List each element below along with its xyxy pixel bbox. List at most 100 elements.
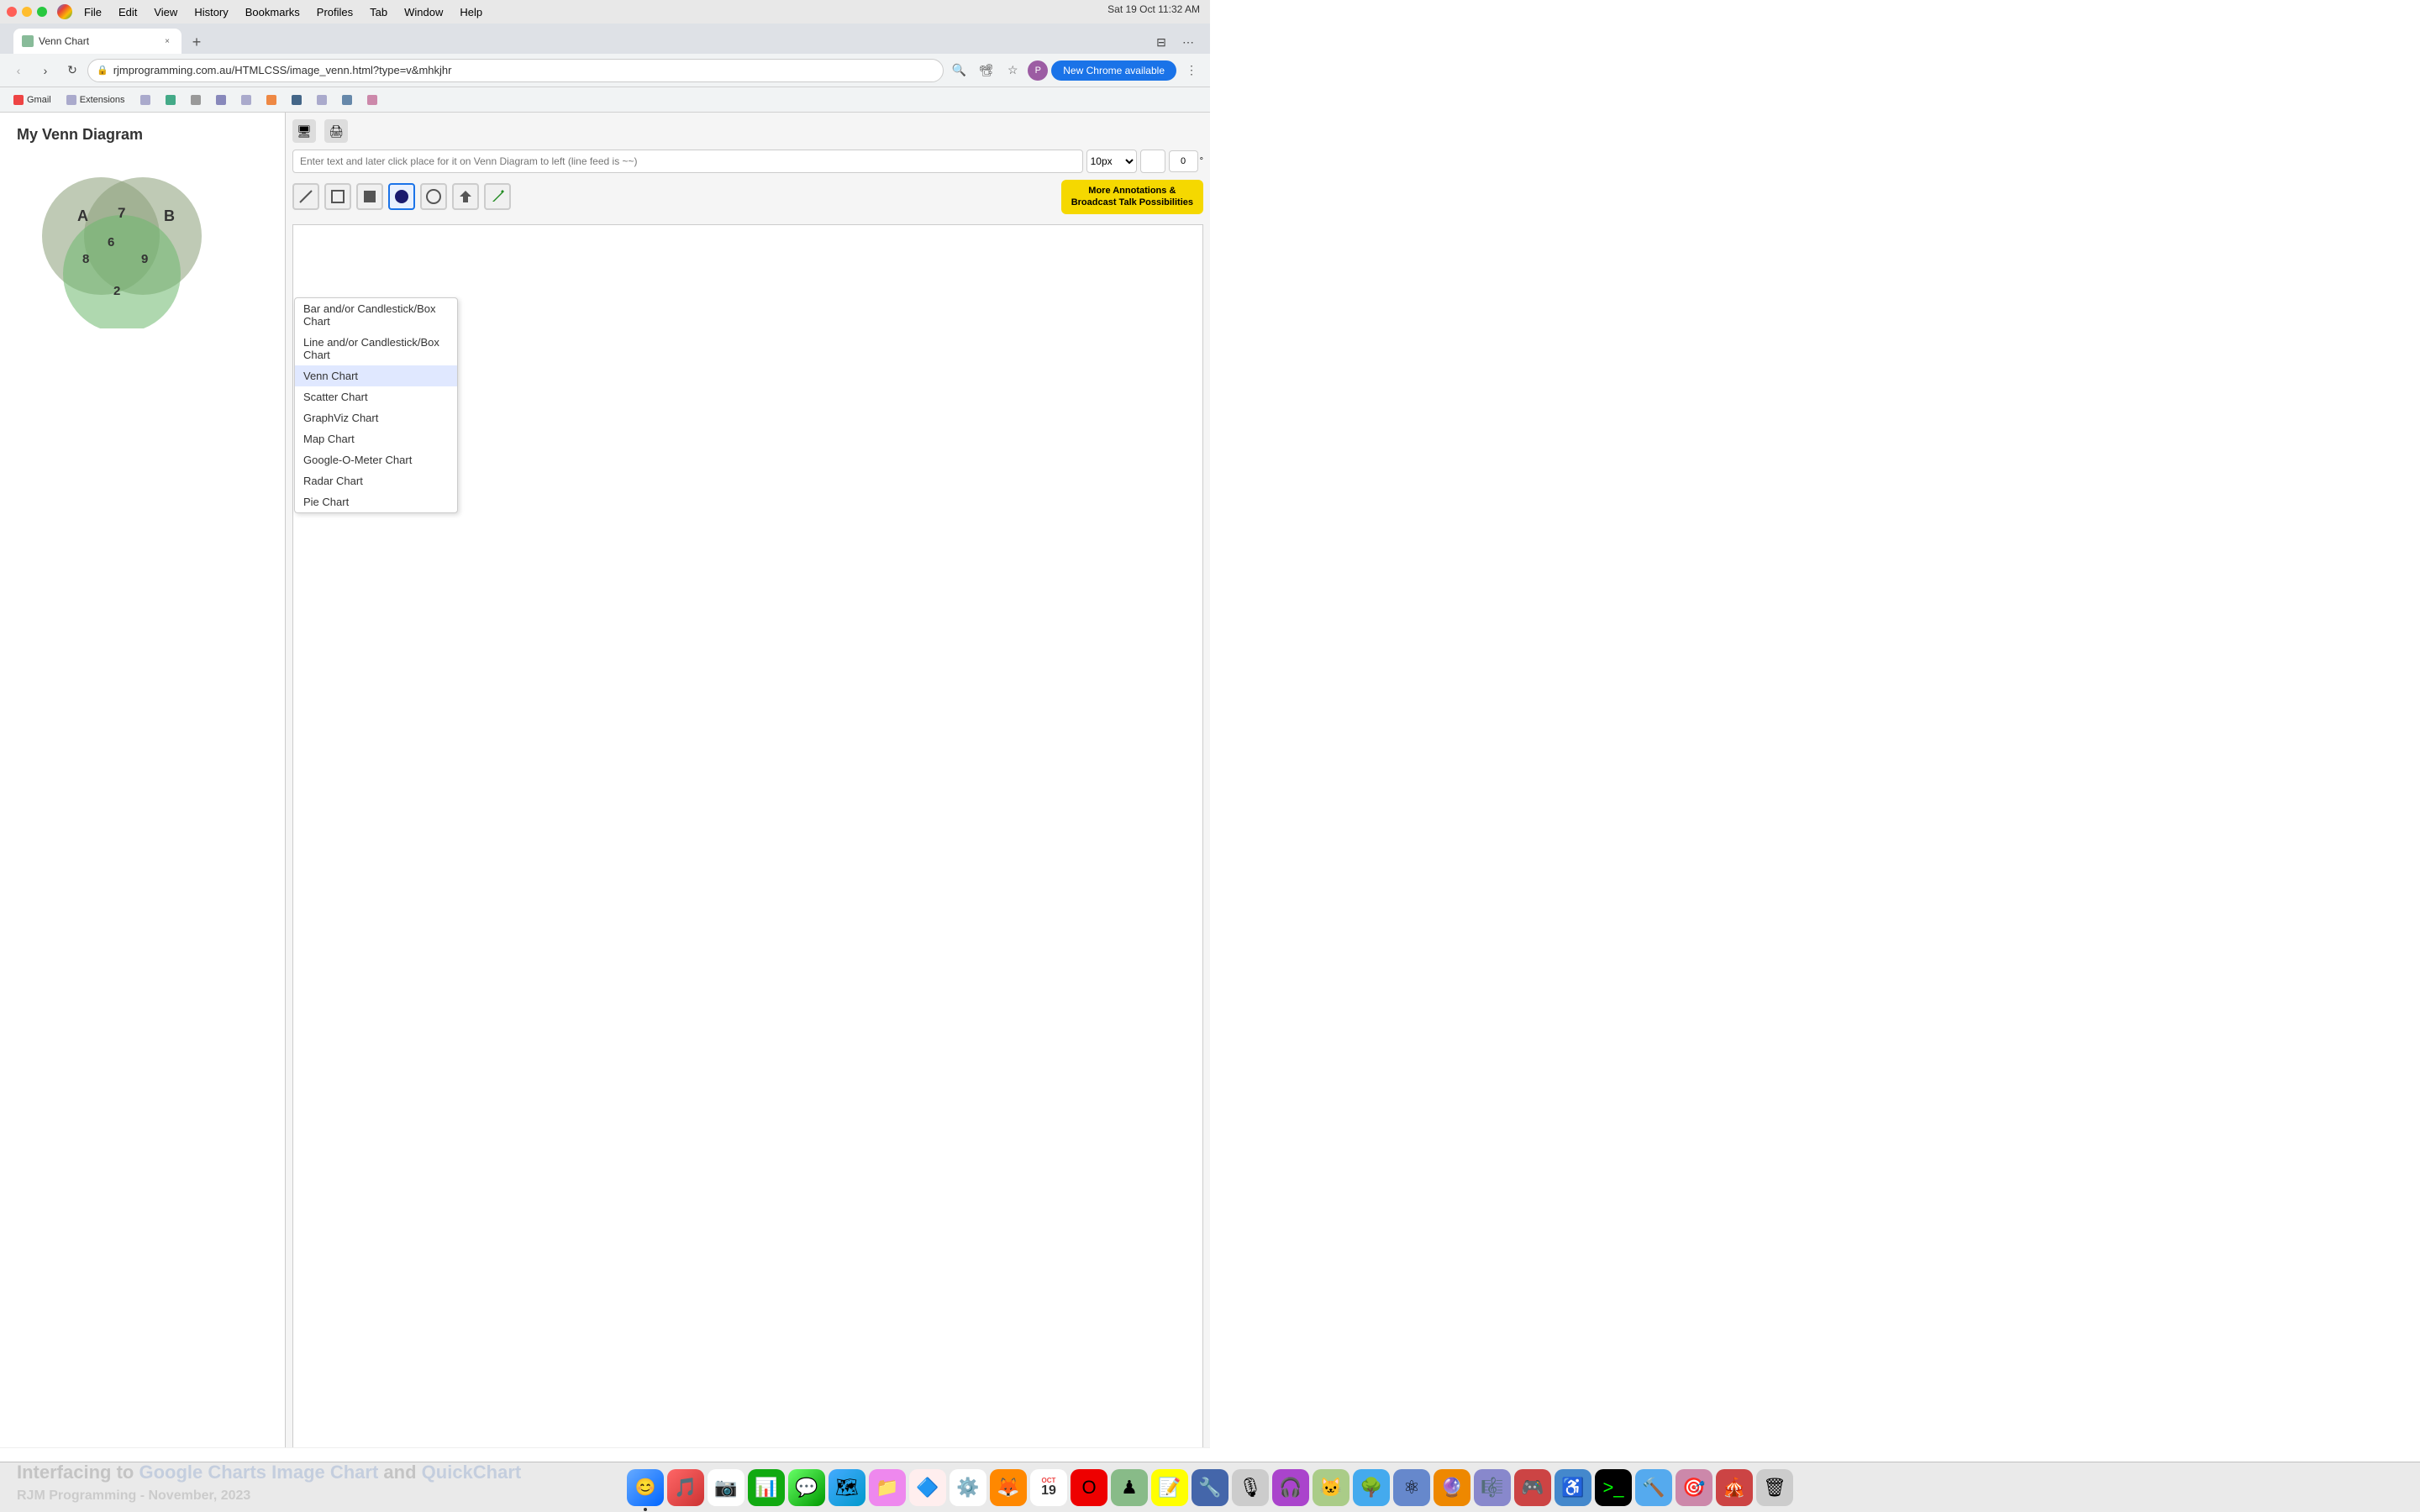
bookmark-6[interactable] bbox=[335, 91, 359, 109]
menu-history[interactable]: History bbox=[186, 4, 236, 20]
tab-search-button[interactable]: ⊟ bbox=[1150, 30, 1173, 54]
dock-electron[interactable]: ⚛ bbox=[1393, 1469, 1430, 1506]
annotation-icon-display[interactable]: 🖨 bbox=[324, 119, 348, 143]
dock-firefox[interactable]: 🦊 bbox=[990, 1469, 1027, 1506]
menu-view[interactable]: View bbox=[145, 4, 186, 20]
venn-label-6: 6 bbox=[108, 235, 114, 249]
tool-circle-outline[interactable] bbox=[420, 183, 447, 210]
venn-section: My Venn Diagram A B 7 6 8 9 2 bbox=[0, 113, 286, 1512]
menu-window[interactable]: Window bbox=[396, 4, 451, 20]
chart-option-bar[interactable]: Bar and/or Candlestick/Box Chart bbox=[295, 298, 457, 332]
menu-tab[interactable]: Tab bbox=[361, 4, 396, 20]
dock-app10[interactable]: 🎪 bbox=[1716, 1469, 1753, 1506]
dock-xcode[interactable]: 🔨 bbox=[1635, 1469, 1672, 1506]
dock-app7[interactable]: 🔮 bbox=[1434, 1469, 1470, 1506]
bookmark-wiki[interactable] bbox=[184, 91, 208, 109]
venn-label-9: 9 bbox=[141, 252, 148, 266]
chart-option-map[interactable]: Map Chart bbox=[295, 428, 457, 449]
bookmark-3[interactable] bbox=[260, 91, 283, 109]
dock-accessibility[interactable]: ♿ bbox=[1555, 1469, 1591, 1506]
menu-file[interactable]: File bbox=[76, 4, 110, 20]
chart-option-line[interactable]: Line and/or Candlestick/Box Chart bbox=[295, 332, 457, 365]
dock-app8[interactable]: 🎮 bbox=[1514, 1469, 1551, 1506]
bookmark-4[interactable] bbox=[285, 91, 308, 109]
dock-map[interactable]: 🗺 bbox=[829, 1469, 865, 1506]
dock-app3[interactable]: ⚙️ bbox=[950, 1469, 986, 1506]
tool-line[interactable] bbox=[292, 183, 319, 210]
chart-option-pie[interactable]: Pie Chart bbox=[295, 491, 457, 512]
address-bar-container[interactable]: 🔒 bbox=[87, 59, 944, 82]
annotation-size-select[interactable]: 10px 12px 14px 16px 20px bbox=[1086, 150, 1137, 173]
bookmark-favicon bbox=[66, 95, 76, 105]
dock-sourcetree[interactable]: 🌳 bbox=[1353, 1469, 1390, 1506]
menu-edit[interactable]: Edit bbox=[110, 4, 145, 20]
dock-finder[interactable]: 😊 bbox=[627, 1469, 664, 1506]
annotation-text-input[interactable] bbox=[292, 150, 1083, 173]
tab-close-button[interactable]: × bbox=[161, 35, 173, 47]
media-button[interactable]: 📽 bbox=[974, 59, 997, 82]
address-bar[interactable] bbox=[113, 64, 935, 76]
dock-opera[interactable]: O bbox=[1071, 1469, 1107, 1506]
bookmark-reading[interactable] bbox=[134, 91, 157, 109]
dock-terminal[interactable]: >_ bbox=[1595, 1469, 1632, 1506]
menu-profiles[interactable]: Profiles bbox=[308, 4, 361, 20]
dock-app6[interactable]: 🐱 bbox=[1313, 1469, 1349, 1506]
more-annotations-button[interactable]: More Annotations &Broadcast Talk Possibi… bbox=[1061, 180, 1203, 214]
dock-app5[interactable]: 🎙 bbox=[1232, 1469, 1269, 1506]
chrome-menu-button[interactable]: ⋮ bbox=[1180, 59, 1203, 82]
bookmark-gmail[interactable]: Gmail bbox=[7, 91, 58, 109]
tool-rect-outline[interactable] bbox=[324, 183, 351, 210]
close-button[interactable] bbox=[7, 7, 17, 17]
tab-title: Venn Chart bbox=[39, 35, 156, 47]
dock-logic[interactable]: 🎼 bbox=[1474, 1469, 1511, 1506]
dock-messages[interactable]: 💬 bbox=[788, 1469, 825, 1506]
dock-trash[interactable]: 🗑 bbox=[1756, 1469, 1793, 1506]
chart-type-dropdown[interactable]: Bar and/or Candlestick/Box Chart Line an… bbox=[294, 297, 458, 513]
dock-music[interactable]: 🎵 bbox=[667, 1469, 704, 1506]
dock-app4[interactable]: 🔧 bbox=[1192, 1469, 1228, 1506]
bookmark-php[interactable] bbox=[209, 91, 233, 109]
bookmark-ext[interactable]: Extensions bbox=[60, 91, 132, 109]
menu-bookmarks[interactable]: Bookmarks bbox=[237, 4, 308, 20]
tab-menu-button[interactable]: ⋯ bbox=[1176, 30, 1200, 54]
tool-arrow[interactable] bbox=[452, 183, 479, 210]
tool-pen[interactable] bbox=[484, 183, 511, 210]
chart-option-graphviz[interactable]: GraphViz Chart bbox=[295, 407, 457, 428]
refresh-button[interactable]: ↻ bbox=[60, 59, 84, 82]
profile-avatar[interactable]: P bbox=[1028, 60, 1048, 81]
active-tab[interactable]: Venn Chart × bbox=[13, 29, 182, 54]
chart-option-venn[interactable]: Venn Chart bbox=[295, 365, 457, 386]
menu-help[interactable]: Help bbox=[451, 4, 491, 20]
annotation-rotation-input[interactable] bbox=[1169, 150, 1198, 172]
dock-notes[interactable]: 📝 bbox=[1151, 1469, 1188, 1506]
tool-circle-filled[interactable] bbox=[388, 183, 415, 210]
new-chrome-button[interactable]: New Chrome available bbox=[1051, 60, 1176, 81]
annotation-icon-monitor[interactable]: 🖥 bbox=[292, 119, 316, 143]
dock-chess[interactable]: ♟ bbox=[1111, 1469, 1148, 1506]
dock-podcast[interactable]: 🎧 bbox=[1272, 1469, 1309, 1506]
bookmark-2[interactable] bbox=[234, 91, 258, 109]
bookmark-button[interactable]: ☆ bbox=[1001, 59, 1024, 82]
dock-app9[interactable]: 🎯 bbox=[1676, 1469, 1712, 1506]
dock-ical[interactable]: OCT 19 bbox=[1030, 1469, 1067, 1506]
bookmark-7[interactable] bbox=[360, 91, 384, 109]
chart-option-radar[interactable]: Radar Chart bbox=[295, 470, 457, 491]
forward-button[interactable]: › bbox=[34, 59, 57, 82]
chart-option-scatter[interactable]: Scatter Chart bbox=[295, 386, 457, 407]
bookmark-5[interactable] bbox=[310, 91, 334, 109]
dock-app2[interactable]: 📊 bbox=[748, 1469, 785, 1506]
maximize-button[interactable] bbox=[37, 7, 47, 17]
chart-option-google-o-meter[interactable]: Google-O-Meter Chart bbox=[295, 449, 457, 470]
dock-shapes[interactable]: 🔷 bbox=[909, 1469, 946, 1506]
bookmark-docs[interactable] bbox=[159, 91, 182, 109]
security-icon: 🔒 bbox=[97, 65, 108, 76]
tool-rect-filled[interactable] bbox=[356, 183, 383, 210]
new-tab-button[interactable]: + bbox=[185, 30, 208, 54]
back-button[interactable]: ‹ bbox=[7, 59, 30, 82]
annotation-color-swatch[interactable] bbox=[1140, 150, 1165, 173]
dock-app1[interactable]: 📷 bbox=[708, 1469, 744, 1506]
dock-filezilla[interactable]: 📁 bbox=[869, 1469, 906, 1506]
minimize-button[interactable] bbox=[22, 7, 32, 17]
search-button[interactable]: 🔍 bbox=[947, 59, 971, 82]
system-datetime: Sat 19 Oct 11:32 AM bbox=[1107, 3, 1200, 15]
